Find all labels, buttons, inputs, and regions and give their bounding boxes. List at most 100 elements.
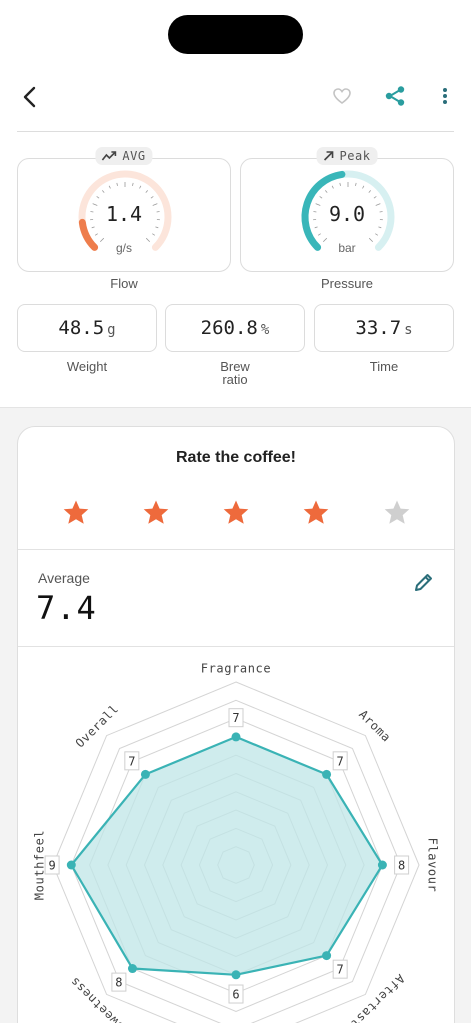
- flow-gauge-tick: [108, 185, 111, 189]
- radar-value-label: 7: [337, 963, 344, 977]
- radar-value-label: 8: [115, 976, 122, 990]
- top-bar: [0, 70, 471, 122]
- pressure-gauge-tick: [339, 182, 341, 186]
- radar-data-area: [69, 735, 384, 976]
- flow-gauge-tick: [150, 196, 154, 199]
- weight-card: 48.5 g: [17, 304, 157, 352]
- radar-value-label: 7: [128, 754, 135, 768]
- radar-value-badge: 7: [332, 959, 348, 979]
- time-card: 33.7 s: [314, 304, 454, 352]
- radar-point-flavour: [377, 860, 387, 870]
- radar-axis-label: Aroma: [356, 707, 394, 745]
- favorite-button[interactable]: [330, 84, 354, 108]
- pressure-gauge-tick: [319, 196, 323, 199]
- flow-gauge-tick: [139, 185, 142, 189]
- flow-gauge-tick: [132, 182, 134, 186]
- star-2[interactable]: [142, 499, 170, 527]
- radar-axis-label: Mouthfeel: [33, 830, 47, 900]
- rating-divider: [18, 549, 454, 550]
- pressure-gauge-tick: [314, 226, 318, 229]
- radar-point-acidity: [231, 970, 241, 980]
- flow-unit: g/s: [115, 241, 132, 255]
- pressure-gauge-tick: [317, 233, 321, 236]
- radar-axis-label: Aftertaste: [342, 971, 407, 1023]
- flavor-radar-chart: 77876897FragranceAromaFlavourAftertasteA…: [33, 662, 440, 1023]
- trend-icon: [101, 151, 117, 161]
- flow-badge-text: AVG: [122, 149, 146, 163]
- radar-axis-label: Fragrance: [201, 662, 271, 676]
- pressure-unit: bar: [338, 241, 356, 255]
- pressure-gauge-card: Peak 9.0 bar: [240, 147, 454, 272]
- radar-value-label: 8: [398, 859, 405, 873]
- radar-value-badge: 7: [124, 751, 140, 771]
- rating-card: Rate the coffee! Average 7.4 7 7 8 7 6 8 9 7 Fra…: [17, 426, 455, 1023]
- star-5[interactable]: [383, 499, 411, 527]
- chevron-left-icon: [23, 86, 36, 108]
- star-icon: [63, 500, 89, 524]
- pressure-badge-text: Peak: [339, 149, 371, 163]
- pencil-icon: [415, 574, 432, 591]
- flow-gauge-card: AVG 1.4 g/s: [17, 147, 231, 272]
- star-1[interactable]: [62, 499, 90, 527]
- radar-value-badge: 7: [332, 751, 348, 771]
- more-vertical-icon: [443, 88, 447, 104]
- radar-value-label: 7: [337, 754, 344, 768]
- star-icon: [303, 500, 329, 524]
- more-options-button[interactable]: [434, 83, 456, 109]
- average-label: Average: [38, 570, 90, 586]
- flow-gauge-tick: [116, 182, 118, 186]
- flow-gauge-tick: [96, 196, 100, 199]
- radar-axis-label: Flavour: [426, 838, 440, 893]
- weight-unit: g: [107, 322, 116, 338]
- radar-point-aftertaste: [322, 951, 332, 961]
- device-notch: [168, 15, 303, 54]
- pressure-gauge-tick: [331, 185, 334, 189]
- share-icon: [385, 86, 405, 106]
- back-button[interactable]: [14, 80, 48, 114]
- pressure-gauge-tick: [373, 196, 377, 199]
- rating-title: Rate the coffee!: [175, 449, 297, 466]
- flow-label: Flow: [110, 276, 138, 291]
- radar-point-overall: [140, 769, 150, 779]
- star-4[interactable]: [302, 499, 330, 527]
- arrow-up-right-icon: [323, 151, 334, 161]
- radar-value-badge: 9: [44, 855, 60, 875]
- radar-point-sweetness: [127, 964, 137, 974]
- brew-ratio-value: 260.8: [200, 317, 258, 339]
- pressure-gauge-tick: [375, 233, 379, 236]
- brew-ratio-unit: %: [260, 322, 270, 338]
- radar-value-badge: 6: [228, 984, 244, 1004]
- flow-gauge-tick: [155, 226, 159, 229]
- radar-point-aroma: [322, 769, 332, 779]
- radar-value-badge: 7: [228, 708, 244, 728]
- pressure-label: Pressure: [320, 276, 374, 291]
- flow-gauge-tick: [152, 233, 156, 236]
- brew-ratio-label: Brew ratio: [220, 359, 250, 387]
- flow-gauge-tick: [101, 190, 105, 193]
- pressure-gauge-tick: [355, 182, 357, 186]
- star-icon: [143, 500, 169, 524]
- brew-ratio-card: 260.8%: [165, 304, 305, 352]
- flow-gauge-tick: [91, 226, 95, 229]
- radar-value-label: 9: [48, 859, 55, 873]
- heart-outline-icon: [333, 88, 351, 104]
- radar-point-fragrance: [231, 732, 241, 742]
- pressure-gauge-tick: [368, 190, 372, 193]
- radar-value-badge: 8: [111, 972, 127, 992]
- share-button[interactable]: [382, 83, 408, 109]
- radar-axis-label: Overall: [73, 702, 122, 751]
- header-divider: [17, 131, 454, 132]
- radar-value-label: 6: [232, 988, 239, 1002]
- flow-gauge-tick: [94, 233, 98, 236]
- pressure-badge: Peak: [316, 147, 378, 165]
- weight-value: 48.5: [58, 317, 105, 339]
- pressure-gauge-tick: [378, 226, 382, 229]
- pressure-gauge-tick: [362, 185, 365, 189]
- time-unit: s: [404, 322, 413, 338]
- average-value: 7.4: [36, 589, 97, 627]
- pressure-gauge-tick: [324, 190, 328, 193]
- pressure-value: 9.0: [328, 202, 366, 226]
- edit-rating-button[interactable]: [412, 570, 436, 594]
- radar-value-badge: 8: [394, 855, 410, 875]
- star-3[interactable]: [222, 499, 250, 527]
